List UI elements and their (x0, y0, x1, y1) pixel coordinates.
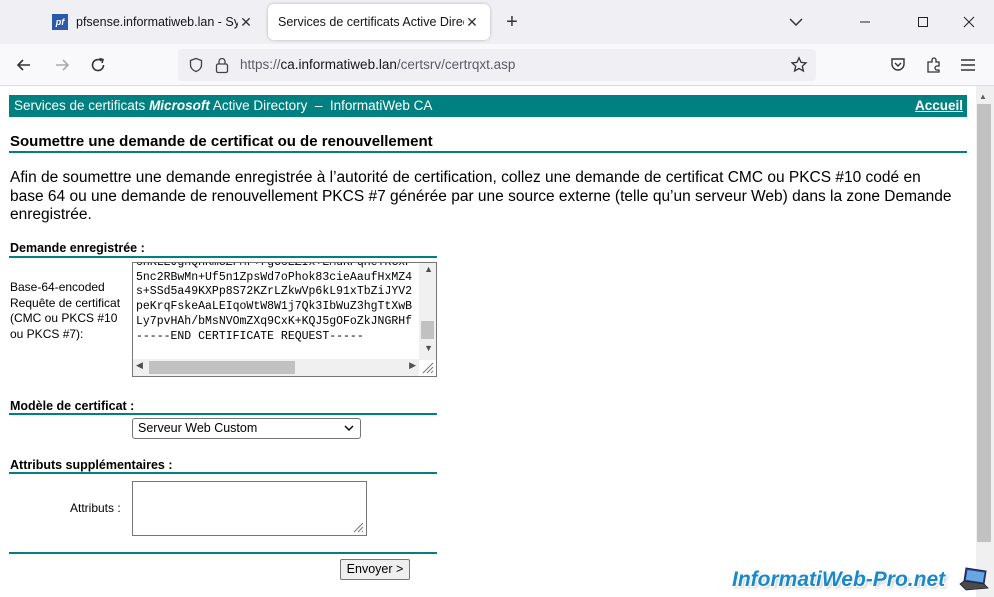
horizontal-scroll-thumb[interactable] (149, 361, 295, 374)
extensions-puzzle-icon[interactable] (924, 55, 944, 75)
url-path: /certsrv/certrqxt.asp (396, 57, 516, 72)
close-icon[interactable]: ✕ (464, 14, 480, 31)
laptop-logo-icon (959, 567, 989, 591)
chevron-down-icon[interactable] (786, 12, 806, 32)
scroll-left-arrow-icon[interactable]: ◀ (136, 360, 143, 371)
bookmark-star-icon[interactable] (790, 56, 808, 74)
scroll-up-arrow-icon[interactable]: ▲ (424, 264, 433, 274)
browser-nav-bar: https://ca.informatiweb.lan/certsrv/cert… (0, 44, 994, 86)
attributes-divider (9, 472, 437, 474)
vertical-scroll-thumb[interactable] (421, 321, 434, 339)
template-selected-value: Serveur Web Custom (138, 421, 258, 435)
tracking-shield-icon[interactable] (188, 57, 204, 73)
saved-request-field-label: Base-64-encoded Requête de certificat (C… (10, 280, 121, 341)
window-close-icon[interactable] (954, 8, 984, 36)
attributes-field-label: Attributs : (70, 501, 121, 515)
close-icon[interactable]: ✕ (238, 14, 254, 31)
attributes-textarea[interactable] (132, 481, 367, 536)
tab-certificate-services[interactable]: Services de certificats Active Directo ✕ (268, 4, 490, 40)
scroll-right-arrow-icon[interactable]: ▶ (409, 360, 416, 371)
lock-icon[interactable] (214, 56, 230, 74)
hamburger-menu-icon[interactable] (958, 55, 978, 75)
page-title: Soumettre une demande de certificat ou d… (10, 133, 433, 150)
new-tab-icon[interactable]: + (500, 8, 524, 36)
pocket-icon[interactable] (888, 55, 908, 75)
chevron-down-icon (344, 425, 354, 431)
tab-title: Services de certificats Active Directo (278, 15, 464, 29)
textarea-horizontal-scrollbar[interactable]: ◀ ▶ (133, 359, 419, 376)
resize-grip-icon[interactable] (421, 361, 434, 374)
saved-request-textarea[interactable]: cHKLEJgnQHKm3ZFMr+rgCcEZIx+EMuRPqHeTRGxP… (132, 262, 437, 377)
home-link[interactable]: Accueil (915, 95, 963, 117)
address-bar[interactable]: https://ca.informatiweb.lan/certsrv/cert… (178, 49, 816, 81)
tab-title: pfsense.informatiweb.lan - Syst (76, 15, 238, 29)
browser-tab-bar: pf pfsense.informatiweb.lan - Syst ✕ Ser… (0, 0, 994, 44)
saved-request-text[interactable]: cHKLEJgnQHKm3ZFMr+rgCcEZIx+EMuRPqHeTRGxP… (136, 263, 416, 344)
url-text[interactable]: https://ca.informatiweb.lan/certsrv/cert… (240, 57, 515, 72)
back-arrow-icon[interactable] (12, 53, 36, 77)
template-section-label: Modèle de certificat : (10, 399, 135, 413)
resize-grip-icon[interactable] (352, 521, 364, 533)
header-prefix: Services de certificats (14, 98, 146, 113)
url-host: ca.informatiweb.lan (280, 57, 397, 72)
submit-divider (9, 552, 437, 554)
url-scheme: https:// (240, 57, 281, 72)
header-title: Services de certificats Microsoft Active… (14, 95, 432, 117)
pfsense-favicon-icon: pf (52, 14, 68, 30)
attributes-section-label: Attributs supplémentaires : (10, 458, 173, 472)
forward-arrow-icon[interactable] (50, 53, 74, 77)
title-divider (9, 151, 967, 153)
header-brand: Microsoft (149, 98, 210, 113)
template-divider (9, 413, 437, 415)
textarea-vertical-scrollbar[interactable]: ▲ ▼ (419, 263, 436, 360)
page-content: Services de certificats Microsoft Active… (0, 86, 976, 597)
saved-request-section-label: Demande enregistrée : (10, 241, 145, 255)
minimize-icon[interactable] (850, 8, 880, 36)
saved-request-divider (9, 256, 437, 258)
tab-pfsense[interactable]: pf pfsense.informatiweb.lan - Syst ✕ (42, 4, 264, 40)
scroll-down-arrow-icon[interactable]: ▼ (424, 343, 433, 353)
certificate-template-select[interactable]: Serveur Web Custom (132, 418, 361, 439)
header-band: Services de certificats Microsoft Active… (9, 95, 967, 117)
submit-button[interactable]: Envoyer > (340, 559, 410, 580)
header-suffix: Active Directory – InformatiWeb CA (212, 98, 433, 113)
watermark-text: InformatiWeb-Pro.net (732, 568, 946, 591)
reload-icon[interactable] (86, 53, 110, 77)
intro-text: Afin de soumettre une demande enregistré… (10, 169, 952, 223)
maximize-icon[interactable] (908, 8, 938, 36)
page-scroll-thumb[interactable] (977, 104, 991, 542)
scroll-up-arrow-icon[interactable]: ▲ (979, 92, 987, 101)
